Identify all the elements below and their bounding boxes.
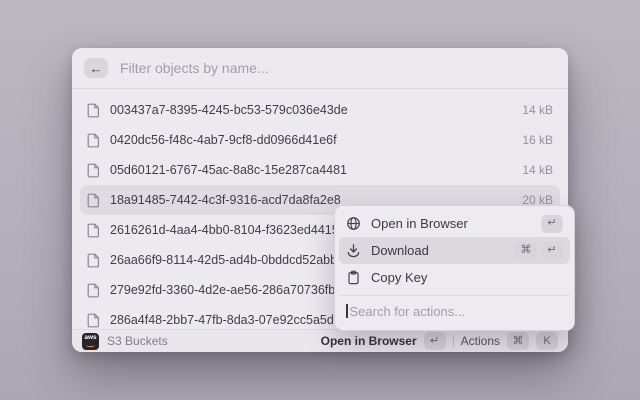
shortcut-keys: ↵: [541, 215, 563, 233]
action-menu: Open in Browser ↵ Download ⌘↵ Copy Key S…: [334, 205, 575, 331]
k-key-badge: K: [536, 332, 558, 350]
object-list-item[interactable]: 003437a7-8395-4245-bc53-579c036e43de 14 …: [80, 95, 560, 125]
text-caret: [346, 304, 348, 318]
file-icon: [87, 223, 100, 238]
object-key: 2616261d-4aa4-4bb0-8104-f3623ed4415a: [110, 223, 346, 237]
cmd-key-badge: ⌘: [507, 332, 529, 350]
back-button[interactable]: ←: [84, 58, 108, 78]
object-list-item[interactable]: 05d60121-6767-45ac-8a8c-15e287ca4481 14 …: [80, 155, 560, 185]
search-bar: ←: [72, 48, 568, 89]
file-icon: [87, 253, 100, 268]
object-size: 14 kB: [522, 163, 553, 177]
action-label: Download: [371, 243, 429, 258]
object-size: 16 kB: [522, 133, 553, 147]
primary-action-button[interactable]: Open in Browser: [321, 334, 417, 348]
download-icon: [346, 243, 361, 258]
object-key: 003437a7-8395-4245-bc53-579c036e43de: [110, 103, 348, 117]
action-menu-item[interactable]: Download ⌘↵: [339, 237, 570, 264]
filter-objects-input[interactable]: [118, 59, 556, 77]
file-icon: [87, 133, 100, 148]
footer-bar: aws S3 Buckets Open in Browser ↵ Actions…: [72, 329, 568, 352]
key-badge: ↵: [541, 215, 563, 233]
action-label: Open in Browser: [371, 216, 468, 231]
file-icon: [87, 313, 100, 328]
globe-icon: [346, 216, 361, 231]
action-menu-item[interactable]: Copy Key: [339, 264, 570, 291]
back-arrow-icon: ←: [90, 62, 103, 75]
file-icon: [87, 193, 100, 208]
file-icon: [87, 103, 100, 118]
file-icon: [87, 283, 100, 298]
object-key: 0420dc56-f48c-4ab7-9cf8-dd0966d41e6f: [110, 133, 337, 147]
object-key: 05d60121-6767-45ac-8a8c-15e287ca4481: [110, 163, 347, 177]
object-key: 18a91485-7442-4c3f-9316-acd7da8fa2e8: [110, 193, 341, 207]
object-key: 26aa66f9-8114-42d5-ad4b-0bddcd52abba: [110, 253, 344, 267]
object-size: 14 kB: [522, 103, 553, 117]
object-key: 279e92fd-3360-4d2e-ae56-286a70736fb2: [110, 283, 342, 297]
object-key: 286a4f48-2bb7-47fb-8da3-07e92cc5a5d2: [110, 313, 341, 327]
launcher-window: ← 003437a7-8395-4245-bc53-579c036e43de 1…: [72, 48, 568, 352]
key-badge: ↵: [541, 242, 563, 260]
aws-logo-icon: aws: [82, 333, 99, 350]
object-list-item[interactable]: 0420dc56-f48c-4ab7-9cf8-dd0966d41e6f 16 …: [80, 125, 560, 155]
file-icon: [87, 163, 100, 178]
aws-smile-icon: [86, 343, 95, 347]
shortcut-keys: ⌘↵: [515, 242, 563, 260]
clipboard-icon: [346, 270, 361, 285]
extension-name: S3 Buckets: [107, 334, 168, 348]
actions-button[interactable]: Actions: [461, 334, 500, 348]
key-badge: ⌘: [515, 242, 537, 260]
action-label: Copy Key: [371, 270, 427, 285]
action-menu-items: Open in Browser ↵ Download ⌘↵ Copy Key: [339, 210, 570, 291]
footer-divider: [453, 335, 454, 348]
action-search-input[interactable]: Search for actions...: [339, 296, 570, 326]
action-menu-item[interactable]: Open in Browser ↵: [339, 210, 570, 237]
return-key-badge: ↵: [424, 332, 446, 350]
